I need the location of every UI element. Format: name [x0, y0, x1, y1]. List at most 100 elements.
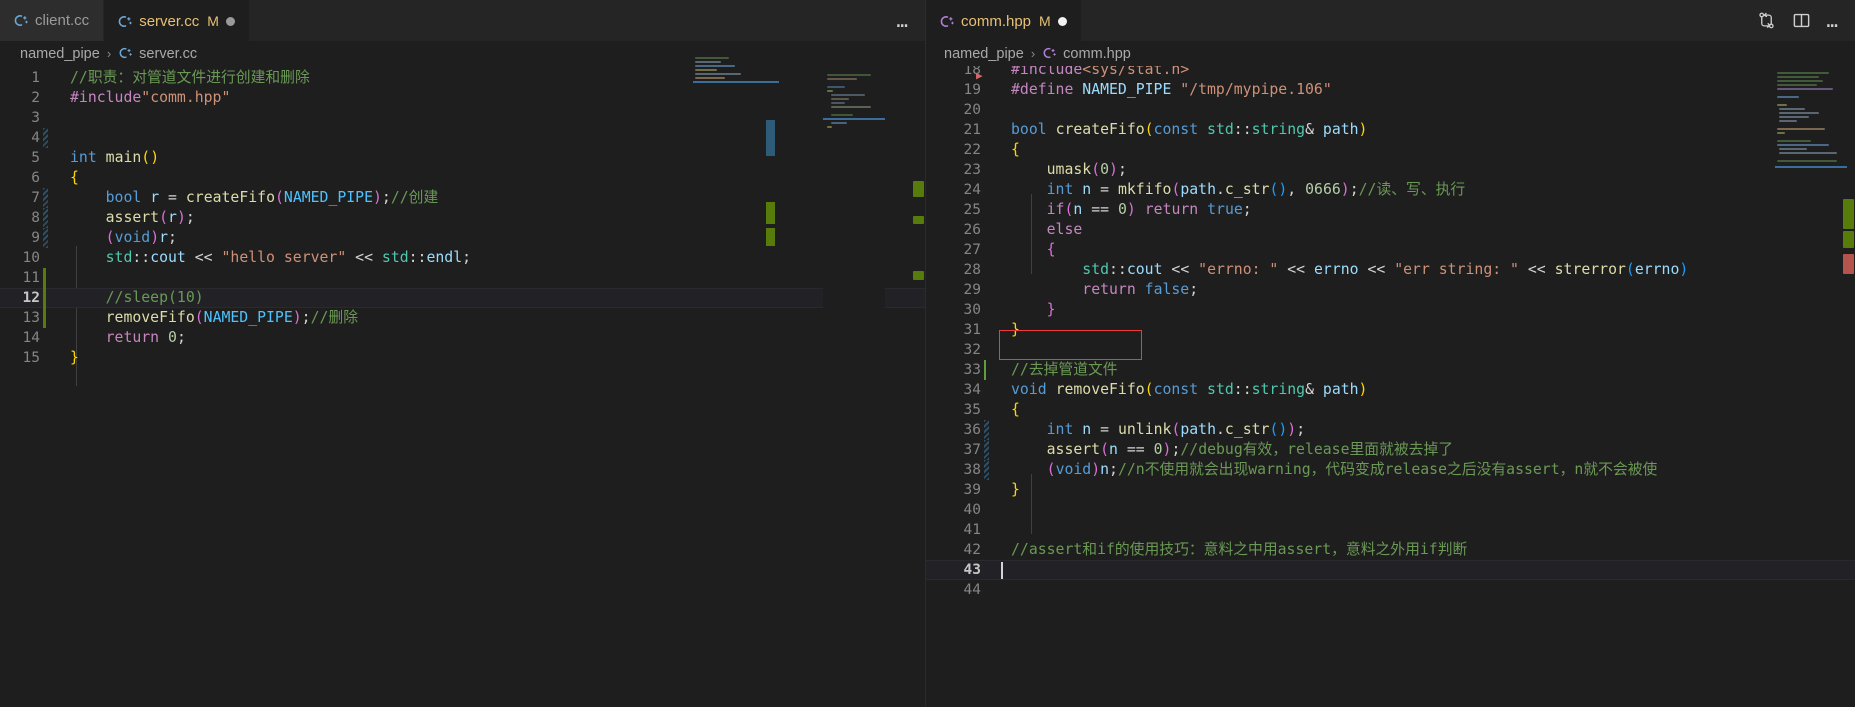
code-text: }: [1046, 301, 1056, 318]
code-line[interactable]: 38 (void)n;//n不使用就会出现warning，代码变成release…: [926, 460, 1855, 480]
code-line[interactable]: 15 }: [0, 348, 925, 368]
code-text: }: [1011, 481, 1020, 498]
code-line[interactable]: 30 }: [926, 300, 1855, 320]
code-line[interactable]: 26 else: [926, 220, 1855, 240]
line-number: 38: [963, 462, 981, 478]
code-line-current[interactable]: 12 //sleep(10): [0, 288, 925, 308]
breadcrumb-folder[interactable]: named_pipe: [944, 46, 1024, 62]
line-number: 24: [963, 182, 981, 198]
cpp-file-icon: [118, 46, 133, 61]
gutter-marker: [981, 220, 993, 240]
line-number: 25: [963, 202, 981, 218]
code-text: {: [1011, 141, 1020, 158]
line-number: 20: [963, 102, 981, 118]
code-line[interactable]: 6 {: [0, 168, 925, 188]
code-line[interactable]: 4: [0, 128, 925, 148]
code-line[interactable]: 20: [926, 100, 1855, 120]
split-editor-icon[interactable]: [1792, 11, 1811, 30]
gutter-marker: [40, 208, 52, 228]
breadcrumb-folder[interactable]: named_pipe: [20, 46, 100, 62]
code-text: else: [1046, 221, 1083, 238]
breadcrumb-file[interactable]: server.cc: [139, 46, 197, 62]
gutter-marker: [981, 160, 993, 180]
code-line[interactable]: 35 {: [926, 400, 1855, 420]
code-line[interactable]: 8 assert(r);: [0, 208, 925, 228]
gutter-marker: [981, 200, 993, 220]
tab-comm-hpp[interactable]: comm.hpp M: [926, 0, 1082, 41]
code-line[interactable]: 18 #include<sys/stat.h>: [926, 66, 1855, 80]
line-number: 10: [22, 250, 40, 266]
tab-modified-badge: M: [207, 13, 219, 29]
code-line[interactable]: 22 {: [926, 140, 1855, 160]
code-line[interactable]: 29 return false;: [926, 280, 1855, 300]
code-line[interactable]: 44: [926, 580, 1855, 600]
cpp-file-icon: [117, 14, 133, 29]
line-number: 6: [31, 170, 40, 186]
code-lines-right: 18 #include<sys/stat.h> 19 #define NAMED…: [926, 66, 1855, 600]
code-line[interactable]: 14 return 0;: [0, 328, 925, 348]
code-line[interactable]: 34 void removeFifo(const std::string& pa…: [926, 380, 1855, 400]
line-number: 2: [31, 90, 40, 106]
line-number: 43: [963, 562, 981, 578]
code-line[interactable]: 10 std::cout << "hello server" << std::e…: [0, 248, 925, 268]
code-line[interactable]: 1 //职责：对管道文件进行创建和删除: [0, 68, 925, 88]
line-number: 28: [963, 262, 981, 278]
line-number: 21: [963, 122, 981, 138]
code-line[interactable]: 2 #include"comm.hpp": [0, 88, 925, 108]
tabbar-right: comm.hpp M …: [926, 0, 1855, 41]
code-line[interactable]: 37 assert(n == 0);//debug有效，release里面就被去…: [926, 440, 1855, 460]
code-line[interactable]: 41: [926, 520, 1855, 540]
code-line[interactable]: 25 if(n == 0) return true;: [926, 200, 1855, 220]
code-line[interactable]: 23 umask(0);: [926, 160, 1855, 180]
line-number: 42: [963, 542, 981, 558]
minimap-right[interactable]: [1775, 66, 1847, 707]
tab-server-cc[interactable]: server.cc M: [104, 0, 250, 41]
code-line[interactable]: 36 int n = unlink(path.c_str());: [926, 420, 1855, 440]
code-line-current[interactable]: 43: [926, 560, 1855, 580]
code-line[interactable]: 28 std::cout << "errno: " << errno << "e…: [926, 260, 1855, 280]
code-line[interactable]: 5 int main(): [0, 148, 925, 168]
code-line[interactable]: 9 (void)r;: [0, 228, 925, 248]
code-text: std::cout << "errno: " << errno << "err …: [1082, 261, 1689, 278]
code-editor-right[interactable]: ▶ 18 #include<sys/stat.h> 19 #define NAM…: [926, 66, 1855, 707]
breadcrumb-file[interactable]: comm.hpp: [1063, 46, 1131, 62]
more-actions-icon[interactable]: …: [1827, 11, 1839, 30]
code-line[interactable]: 11: [0, 268, 925, 288]
code-line[interactable]: 19 #define NAMED_PIPE "/tmp/mypipe.106": [926, 80, 1855, 100]
line-number: 44: [963, 582, 981, 598]
code-line[interactable]: 32: [926, 340, 1855, 360]
code-text: {: [1046, 241, 1056, 258]
gutter-marker: [40, 268, 52, 288]
code-text: //assert和if的使用技巧：意料之中用assert，意料之外用if判断: [1011, 541, 1468, 558]
code-line[interactable]: 3: [0, 108, 925, 128]
hpp-file-icon: [1042, 46, 1057, 61]
code-line[interactable]: 40: [926, 500, 1855, 520]
unsaved-dot-icon[interactable]: [225, 16, 235, 26]
code-line[interactable]: 39 }: [926, 480, 1855, 500]
code-line[interactable]: 13 removeFifo(NAMED_PIPE);//删除: [0, 308, 925, 328]
tab-client-cc[interactable]: client.cc: [0, 0, 105, 41]
code-editor-left[interactable]: 1 //职责：对管道文件进行创建和删除 2 #include"comm.hpp"…: [0, 66, 925, 707]
code-line[interactable]: 31 }: [926, 320, 1855, 340]
code-line[interactable]: 7 bool r = createFifo(NAMED_PIPE);//创建: [0, 188, 925, 208]
unsaved-dot-icon[interactable]: [1057, 16, 1067, 26]
breadcrumb-separator-icon: ›: [1030, 46, 1036, 61]
line-number: 40: [963, 502, 981, 518]
line-number: 22: [963, 142, 981, 158]
line-number: 29: [963, 282, 981, 298]
minimap-left[interactable]: [823, 66, 885, 707]
line-number: 31: [963, 322, 981, 338]
code-line[interactable]: 42 //assert和if的使用技巧：意料之中用assert，意料之外用if判…: [926, 540, 1855, 560]
compare-changes-icon[interactable]: [1757, 11, 1776, 30]
line-number: 18: [963, 66, 981, 78]
code-line[interactable]: 33 //去掉管道文件: [926, 360, 1855, 380]
code-line[interactable]: 21 bool createFifo(const std::string& pa…: [926, 120, 1855, 140]
code-line[interactable]: 24 int n = mkfifo(path.c_str(), 0666);//…: [926, 180, 1855, 200]
more-actions-icon[interactable]: …: [897, 11, 909, 30]
gutter-marker: [40, 248, 52, 268]
line-number: 30: [963, 302, 981, 318]
line-number: 32: [963, 342, 981, 358]
gutter-marker: [40, 108, 52, 128]
code-line[interactable]: 27 {: [926, 240, 1855, 260]
code-text: assert(r);: [105, 209, 195, 226]
